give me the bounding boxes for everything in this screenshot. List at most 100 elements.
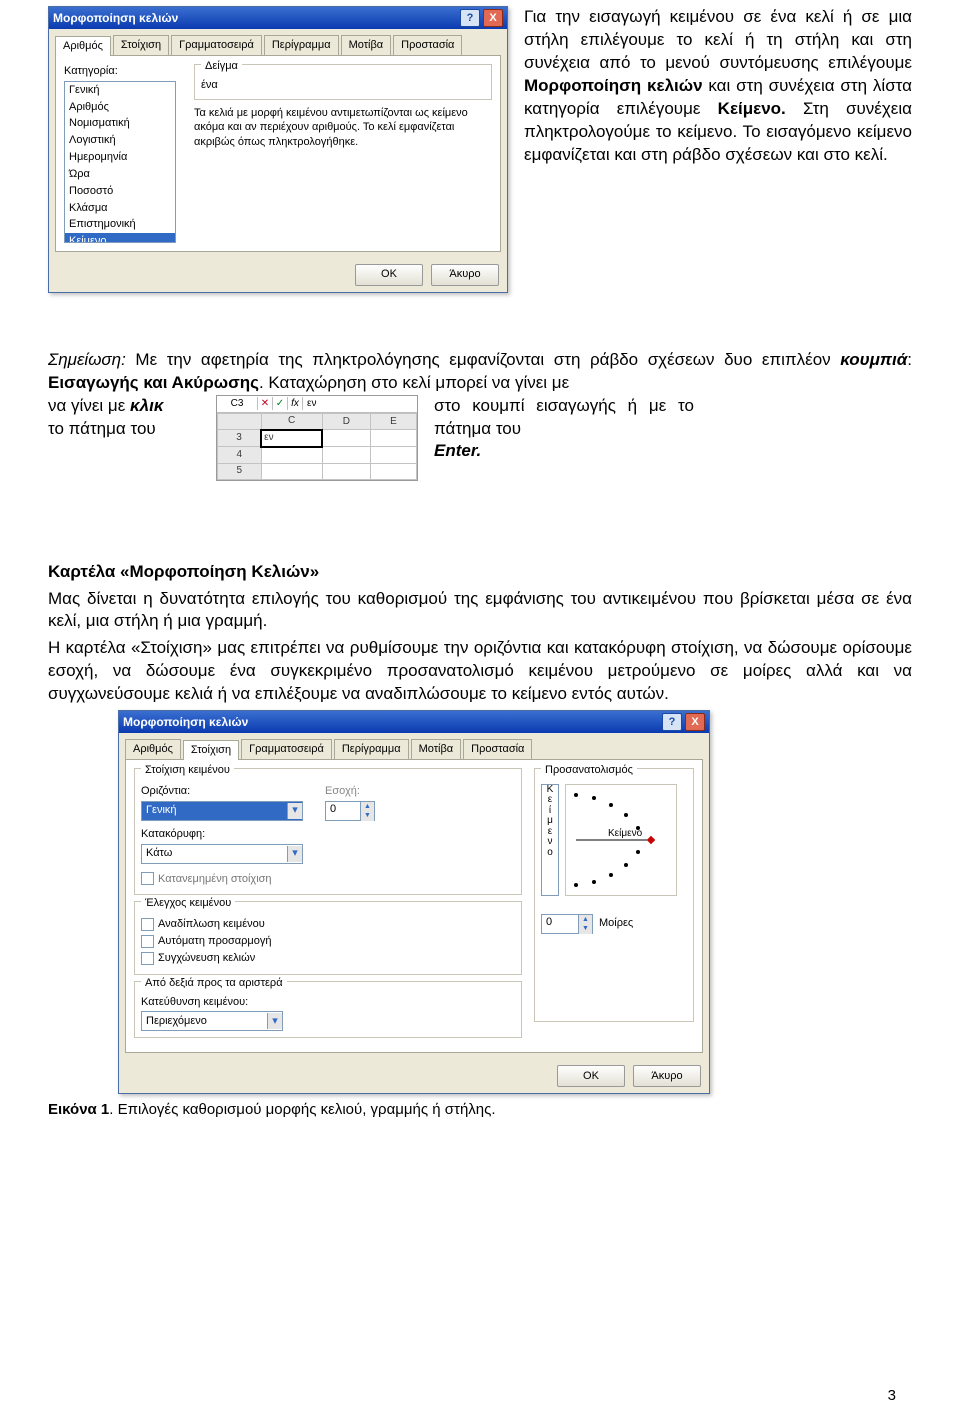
cell[interactable] <box>261 447 322 464</box>
ok-button[interactable]: OK <box>557 1065 625 1087</box>
tab-number[interactable]: Αριθμός <box>125 739 181 759</box>
fx-icon[interactable]: fx <box>288 397 303 411</box>
cell[interactable] <box>322 463 370 479</box>
direction-combo[interactable]: Περιεχόμενο ▾ <box>141 1011 283 1031</box>
category-label: Κατηγορία: <box>64 64 176 79</box>
cancel-icon[interactable]: ✕ <box>258 397 273 411</box>
orientation-dial[interactable]: Κείμενο <box>565 784 677 896</box>
titlebar[interactable]: Μορφοποίηση κελιών ? X <box>49 7 507 29</box>
category-item[interactable]: Ημερομηνία <box>65 149 175 166</box>
vertical-text-button[interactable]: Κ ε ί μ ε ν ο <box>541 784 559 896</box>
spinner-down-icon[interactable]: ▼ <box>360 811 374 820</box>
titlebar[interactable]: Μορφοποίηση κελιών ? X <box>119 711 709 733</box>
chevron-down-icon[interactable]: ▾ <box>287 846 302 862</box>
indent-spinner[interactable]: 0 ▲▼ <box>325 801 375 821</box>
help-button[interactable]: ? <box>460 9 480 27</box>
cancel-button[interactable]: Άκυρο <box>633 1065 701 1087</box>
category-item[interactable]: Λογιστική <box>65 132 175 149</box>
spinner-up-icon[interactable]: ▲ <box>578 915 592 924</box>
cell[interactable] <box>322 447 370 464</box>
cancel-button[interactable]: Άκυρο <box>431 264 499 286</box>
category-item[interactable]: Ώρα <box>65 166 175 183</box>
dialog-buttons: OK Άκυρο <box>49 258 507 292</box>
rtl-group: Από δεξιά προς τα αριστερά Κατεύθυνση κε… <box>134 981 522 1039</box>
checkbox-icon[interactable] <box>141 952 154 965</box>
category-item[interactable]: Γενική <box>65 82 175 99</box>
sample-value: ένα <box>201 78 485 93</box>
sample-group: Δείγμα ένα <box>194 64 492 100</box>
name-box[interactable]: C3 <box>217 397 258 411</box>
checkbox-icon[interactable] <box>141 918 154 931</box>
row-header[interactable]: 5 <box>218 463 262 479</box>
tab-patterns[interactable]: Μοτίβα <box>341 35 392 55</box>
category-listbox[interactable]: Γενική Αριθμός Νομισματική Λογιστική Ημε… <box>64 81 176 243</box>
section-p1: Μας δίνεται η δυνατότητα επιλογής του κα… <box>48 588 912 634</box>
figure-caption: Εικόνα 1. Επιλογές καθορισμού μορφής κελ… <box>48 1100 912 1120</box>
cell[interactable] <box>261 463 322 479</box>
active-cell[interactable]: εν <box>261 430 322 447</box>
cell[interactable] <box>370 447 416 464</box>
category-item[interactable]: Νομισματική <box>65 115 175 132</box>
corner-header[interactable] <box>218 413 262 430</box>
col-header[interactable]: D <box>322 413 370 430</box>
section-text: Καρτέλα «Μορφοποίηση Κελιών» Μας δίνεται… <box>48 561 912 707</box>
chevron-down-icon[interactable]: ▾ <box>287 803 302 819</box>
text-alignment-group: Στοίχιση κειμένου Οριζόντια: Γενική ▾ Κα… <box>134 768 522 895</box>
tab-font[interactable]: Γραμματοσειρά <box>171 35 262 55</box>
cell[interactable] <box>370 463 416 479</box>
tab-border[interactable]: Περίγραμμα <box>334 739 409 759</box>
cell[interactable] <box>322 430 370 447</box>
wrap-text-label: Αναδίπλωση κειμένου <box>158 917 265 932</box>
ok-button[interactable]: OK <box>355 264 423 286</box>
category-item-selected[interactable]: Κείμενο <box>65 233 175 242</box>
formula-bar-sample: C3 ✕ ✓ fx εν C D E 3 εν <box>216 395 418 481</box>
col-header[interactable]: E <box>370 413 416 430</box>
shrink-fit-check[interactable]: Αυτόματη προσαρμογή <box>141 934 515 949</box>
tab-font[interactable]: Γραμματοσειρά <box>241 739 332 759</box>
tabs: Αριθμός Στοίχιση Γραμματοσειρά Περίγραμμ… <box>49 29 507 55</box>
merge-cells-check[interactable]: Συγχώνευση κελιών <box>141 951 515 966</box>
close-button[interactable]: X <box>685 713 705 731</box>
intro-paragraph: Για την εισαγωγή κειμένου σε ένα κελί ή … <box>524 6 912 293</box>
sample-label: Δείγμα <box>201 59 242 74</box>
tab-body: Κατηγορία: Γενική Αριθμός Νομισματική Λο… <box>55 55 501 252</box>
degrees-spinner[interactable]: 0 ▲▼ <box>541 914 593 934</box>
dialog-title: Μορφοποίηση κελιών <box>123 714 248 730</box>
col-header[interactable]: C <box>261 413 322 430</box>
note-h: στο κουμπί εισαγωγής ή με το πάτημα του <box>434 396 694 438</box>
justify-distributed-check: Κατανεμημένη στοίχιση <box>141 872 303 887</box>
row-header[interactable]: 4 <box>218 447 262 464</box>
formula-input[interactable]: εν <box>303 397 417 411</box>
spinner-down-icon[interactable]: ▼ <box>578 924 592 933</box>
category-helptext: Τα κελιά με μορφή κειμένου αντιμετωπίζον… <box>194 106 492 151</box>
section-p2: Η καρτέλα «Στοίχιση» μας επιτρέπει να ρυ… <box>48 637 912 706</box>
enter-icon[interactable]: ✓ <box>273 397 288 411</box>
category-item[interactable]: Επιστημονική <box>65 216 175 233</box>
wrap-text-check[interactable]: Αναδίπλωση κειμένου <box>141 917 515 932</box>
justify-distributed-label: Κατανεμημένη στοίχιση <box>158 872 272 887</box>
category-item[interactable]: Κλάσμα <box>65 200 175 217</box>
checkbox-icon[interactable] <box>141 935 154 948</box>
note-i: Enter. <box>434 441 481 460</box>
tab-number[interactable]: Αριθμός <box>55 36 111 56</box>
tab-alignment[interactable]: Στοίχιση <box>113 35 169 55</box>
cell[interactable] <box>370 430 416 447</box>
spinner-up-icon[interactable]: ▲ <box>360 802 374 811</box>
tab-patterns[interactable]: Μοτίβα <box>411 739 462 759</box>
direction-label: Κατεύθυνση κειμένου: <box>141 995 515 1010</box>
category-item[interactable]: Ποσοστό <box>65 183 175 200</box>
close-button[interactable]: X <box>483 9 503 27</box>
vertical-combo[interactable]: Κάτω ▾ <box>141 844 303 864</box>
horizontal-label: Οριζόντια: <box>141 784 303 799</box>
category-item[interactable]: Αριθμός <box>65 99 175 116</box>
direction-value: Περιεχόμενο <box>142 1014 267 1029</box>
horizontal-combo[interactable]: Γενική ▾ <box>141 801 303 821</box>
tab-protection[interactable]: Προστασία <box>393 35 462 55</box>
tab-border[interactable]: Περίγραμμα <box>264 35 339 55</box>
help-button[interactable]: ? <box>662 713 682 731</box>
chevron-down-icon[interactable]: ▾ <box>267 1013 282 1029</box>
row-header[interactable]: 3 <box>218 430 262 447</box>
tab-alignment[interactable]: Στοίχιση <box>183 740 239 760</box>
orientation-label: Προσανατολισμός <box>541 763 637 778</box>
tab-protection[interactable]: Προστασία <box>463 739 532 759</box>
